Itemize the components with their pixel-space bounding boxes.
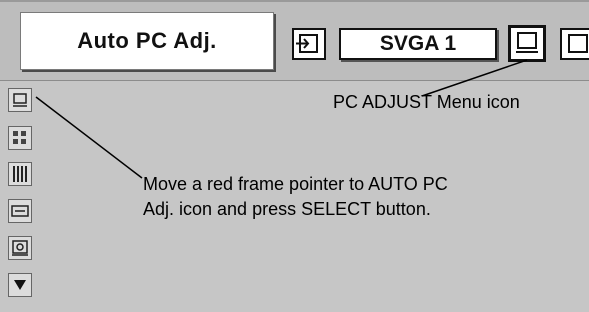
callout-leader-lines bbox=[35, 59, 528, 179]
pc-adjust-leader-line bbox=[421, 59, 528, 97]
instruction-leader-line bbox=[35, 96, 143, 179]
